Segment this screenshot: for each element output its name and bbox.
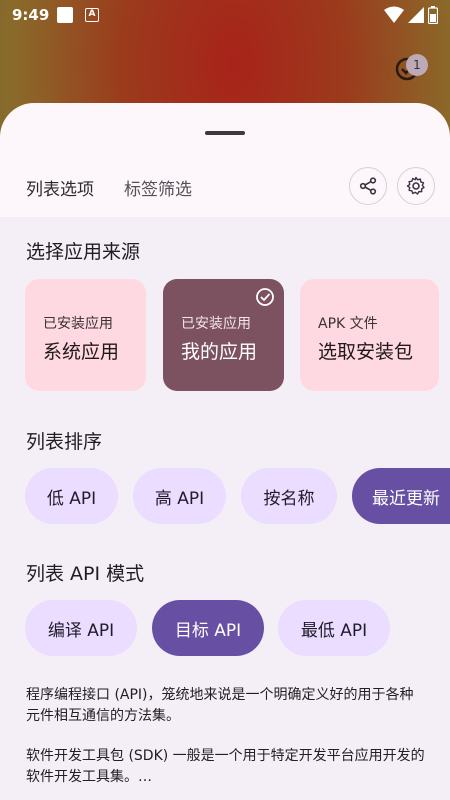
api-chip-compile[interactable]: 编译 API xyxy=(25,600,137,656)
a-notification-icon: A xyxy=(85,8,99,22)
cellular-icon xyxy=(408,7,424,23)
source-card-my-apps[interactable]: 已安装应用 我的应用 xyxy=(163,279,284,391)
source-section-title: 选择应用来源 xyxy=(26,241,141,263)
battery-icon xyxy=(428,6,438,24)
sort-chip-by-name[interactable]: 按名称 xyxy=(241,468,337,524)
gear-icon xyxy=(406,176,425,195)
drag-handle[interactable] xyxy=(205,131,245,135)
sort-chip-high-api[interactable]: 高 API xyxy=(133,468,226,524)
tab-bar: 列表选项 标签筛选 xyxy=(0,167,450,215)
card-label: 我的应用 xyxy=(181,341,258,363)
api-chip-min[interactable]: 最低 API xyxy=(278,600,390,656)
status-bar: 9:49 A xyxy=(0,0,450,32)
wifi-icon xyxy=(384,6,404,23)
share-button[interactable] xyxy=(349,167,387,205)
sort-chip-recent-update[interactable]: 最近更新 xyxy=(352,468,450,524)
square-notification-icon xyxy=(57,7,73,23)
api-chip-target[interactable]: 目标 API xyxy=(152,600,264,656)
card-label: 系统应用 xyxy=(43,341,120,363)
card-label: 选取安装包 xyxy=(318,341,414,363)
sdk-description: 软件开发工具包 (SDK) 一般是一个用于特定开发平台应用开发的软件开发工具集。… xyxy=(26,748,425,785)
tab-list-options[interactable]: 列表选项 xyxy=(26,175,94,200)
source-card-apk-file[interactable]: APK 文件 选取安装包 xyxy=(300,279,439,391)
sort-section-title: 列表排序 xyxy=(26,431,103,453)
options-content: 选择应用来源 已安装应用 系统应用 已安装应用 我的应用 APK 文件 选取安装… xyxy=(0,217,450,800)
card-caption: 已安装应用 xyxy=(43,316,113,332)
bottom-sheet: 列表选项 标签筛选 选择应用来源 已安装应用 系统应用 已安装应用 我的应用 A… xyxy=(0,103,450,800)
status-time: 9:49 xyxy=(12,6,50,24)
check-circle-icon xyxy=(256,288,274,306)
card-caption: APK 文件 xyxy=(318,316,378,332)
tab-tag-filter[interactable]: 标签筛选 xyxy=(124,175,192,200)
share-icon xyxy=(359,177,377,195)
api-mode-section-title: 列表 API 模式 xyxy=(26,563,145,585)
source-card-system-apps[interactable]: 已安装应用 系统应用 xyxy=(25,279,146,391)
notification-badge: 1 xyxy=(406,54,428,76)
settings-button[interactable] xyxy=(397,167,435,205)
card-caption: 已安装应用 xyxy=(181,316,251,332)
sort-chip-low-api[interactable]: 低 API xyxy=(25,468,118,524)
api-description: 程序编程接口 (API)，笼统地来说是一个明确定义好的用于各种元件相互通信的方法… xyxy=(26,687,414,724)
